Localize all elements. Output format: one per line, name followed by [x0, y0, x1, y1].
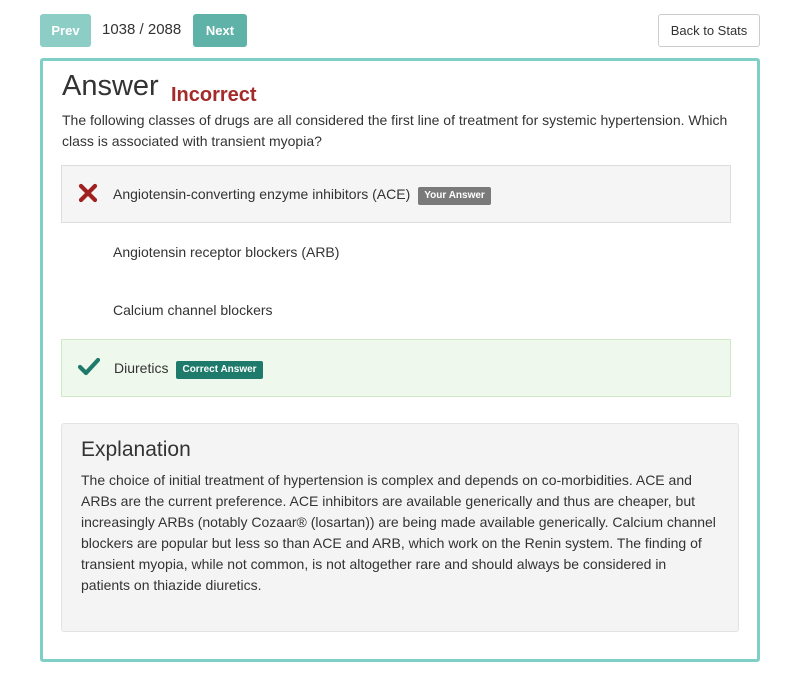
choice-list: Angiotensin-converting enzyme inhibitors… [61, 165, 731, 397]
your-answer-badge: Your Answer [418, 187, 491, 205]
choice-label: Angiotensin receptor blockers (ARB) [113, 244, 340, 260]
choice-item-calcium: Calcium channel blockers [61, 281, 731, 339]
choice-label: Calcium channel blockers [113, 302, 273, 318]
explanation-title: Explanation [81, 438, 191, 461]
correct-answer-badge: Correct Answer [176, 361, 263, 379]
choice-label: Angiotensin-converting enzyme inhibitors… [113, 186, 491, 205]
answer-card: Answer Incorrect The following classes o… [40, 58, 760, 662]
next-button[interactable]: Next [193, 14, 247, 47]
choice-item-ace: Angiotensin-converting enzyme inhibitors… [61, 165, 731, 223]
explanation-text: The choice of initial treatment of hyper… [81, 472, 716, 593]
explanation-panel: Explanation The choice of initial treatm… [61, 423, 739, 632]
checkmark-icon [77, 357, 101, 377]
question-counter: 1038 / 2088 [102, 21, 182, 38]
x-icon [78, 183, 98, 203]
result-label: Incorrect [171, 84, 257, 106]
question-text: The following classes of drugs are all c… [62, 112, 728, 149]
answer-title: Answer [62, 70, 159, 102]
question-navigation: Prev 1038 / 2088 Next Back to Stats [40, 14, 760, 48]
prev-button[interactable]: Prev [40, 14, 91, 47]
choice-item-diuretics: Diuretics Correct Answer [61, 339, 731, 397]
choice-label: Diuretics Correct Answer [114, 360, 263, 379]
back-to-stats-button[interactable]: Back to Stats [658, 14, 760, 47]
choice-item-arb: Angiotensin receptor blockers (ARB) [61, 223, 731, 281]
